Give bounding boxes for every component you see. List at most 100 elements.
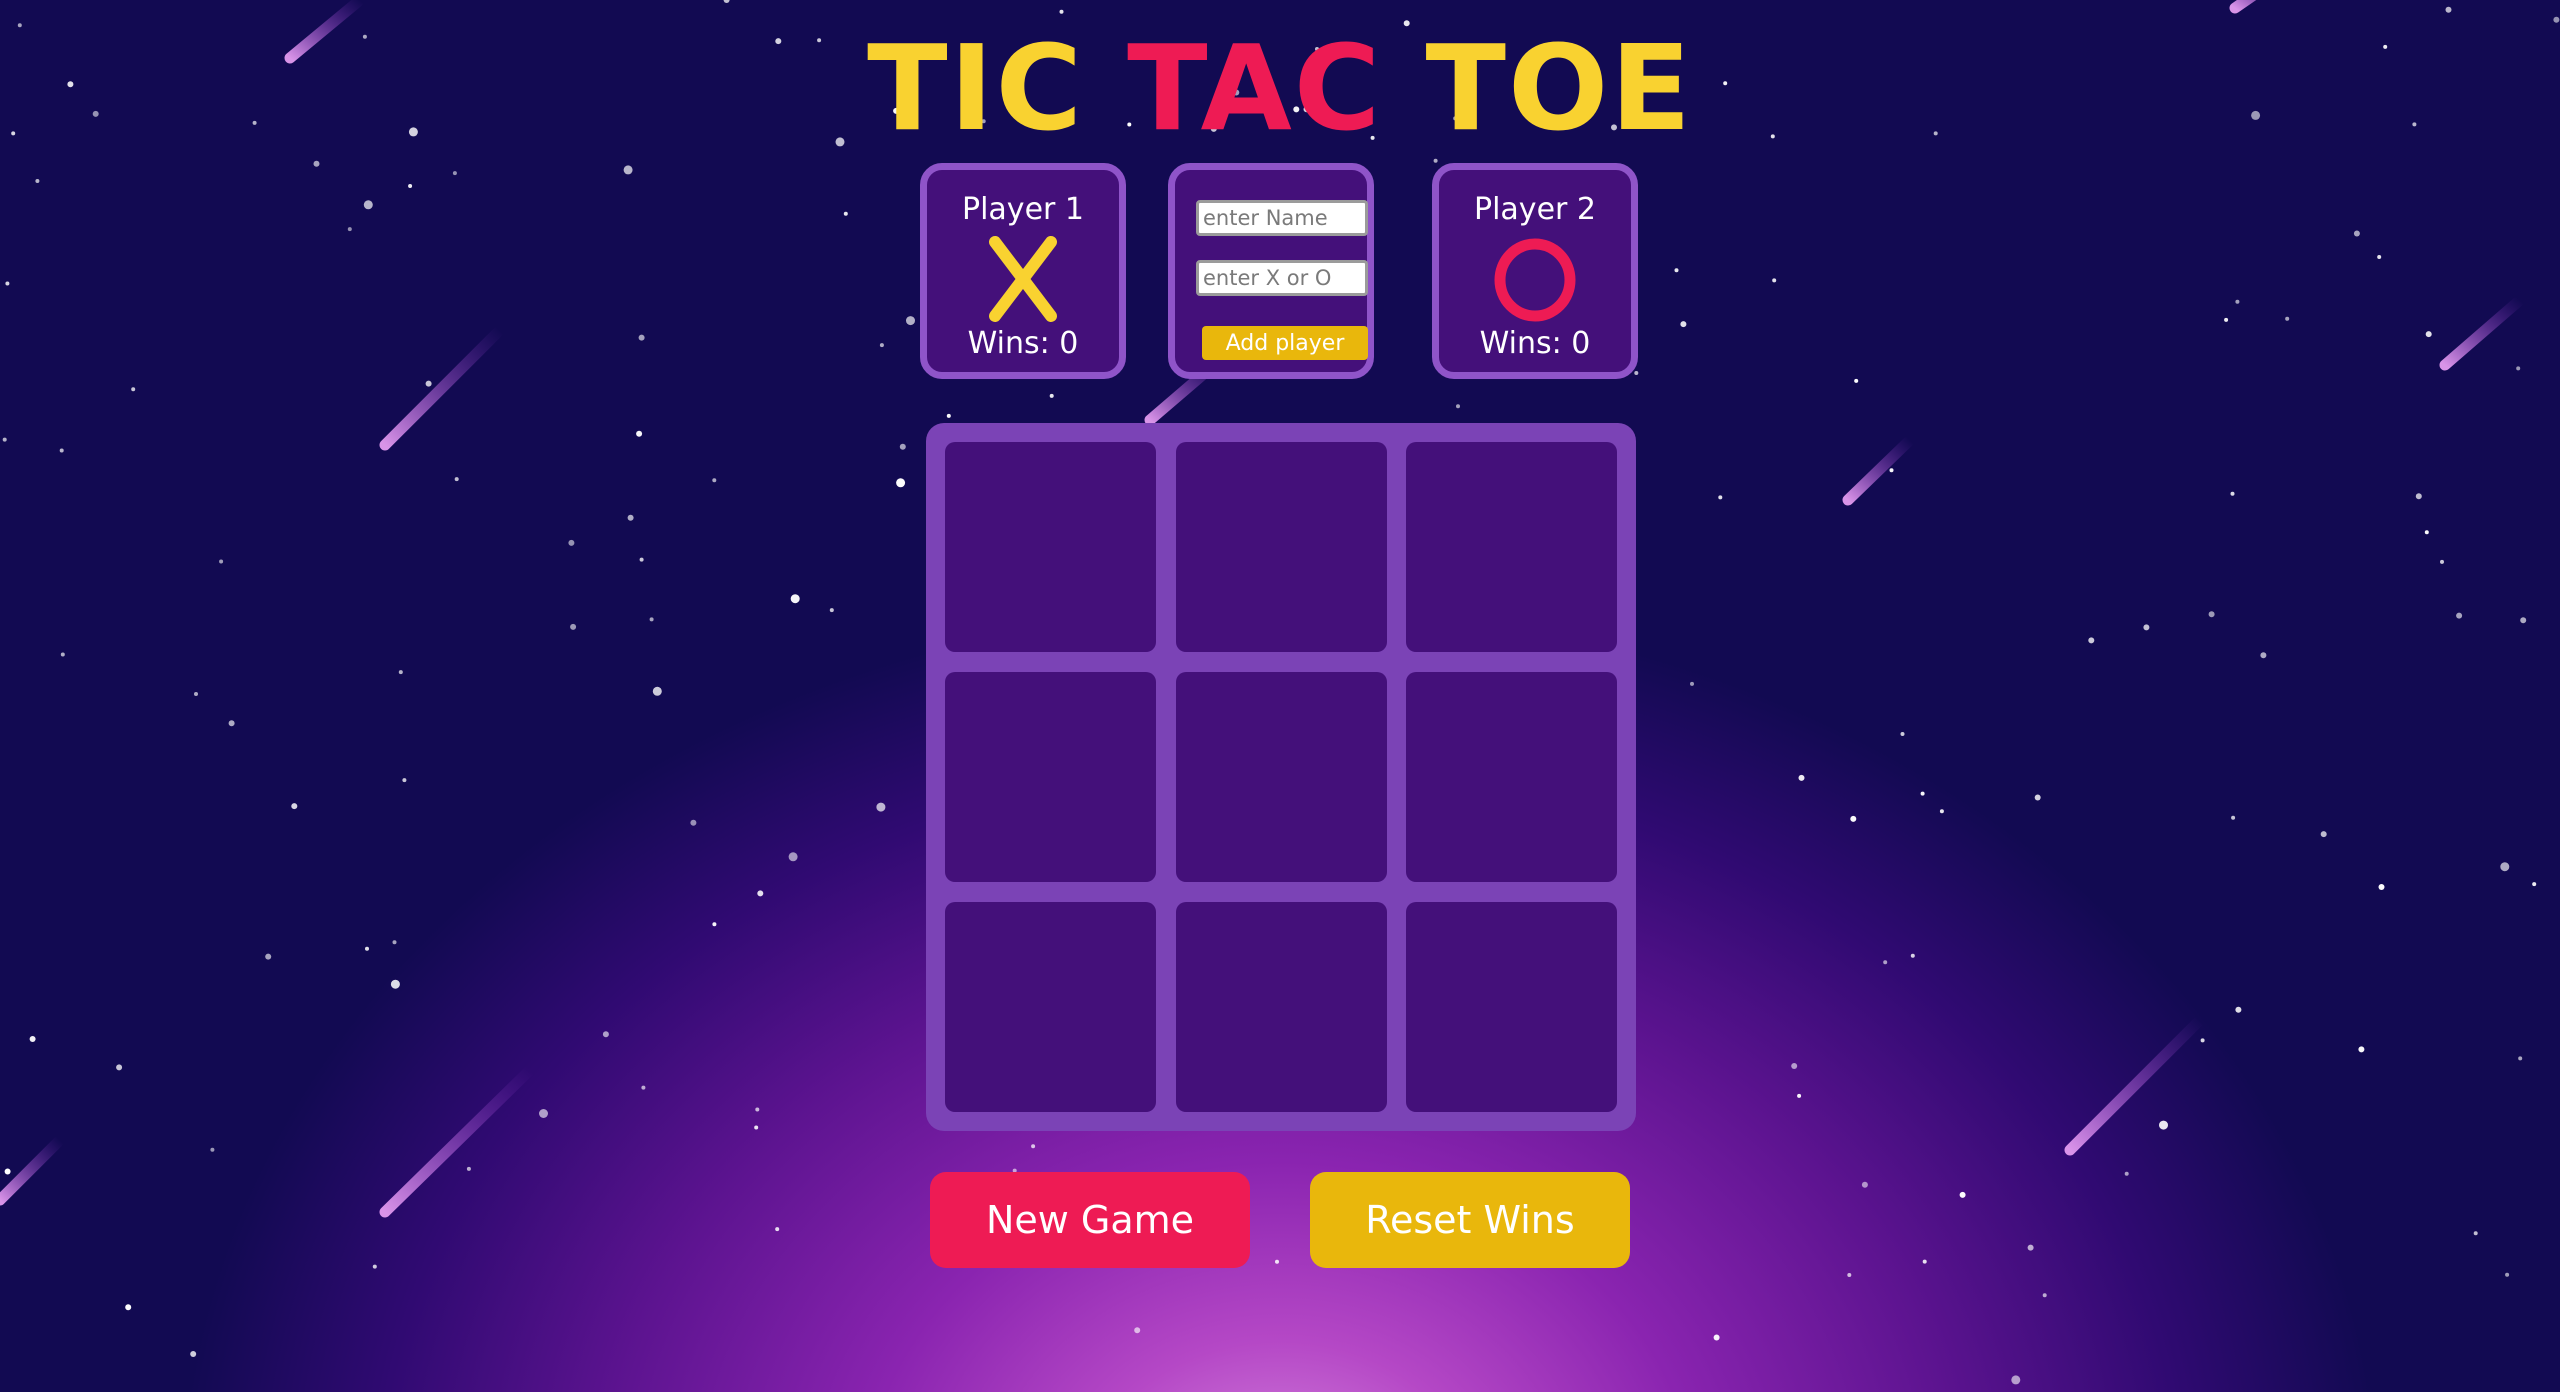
shooting-star: [2064, 1014, 2206, 1156]
new-game-button[interactable]: New Game: [930, 1172, 1250, 1268]
star: [425, 380, 432, 387]
board-cell-9[interactable]: [1406, 902, 1617, 1112]
shooting-star: [379, 1064, 536, 1218]
shooting-star: [379, 324, 506, 451]
star: [392, 940, 397, 945]
player-name-input[interactable]: [1196, 200, 1368, 236]
star: [1922, 1259, 1927, 1264]
star: [2378, 884, 2385, 890]
star: [829, 608, 834, 613]
star: [896, 478, 906, 488]
star: [2424, 530, 2429, 535]
star: [2208, 611, 2215, 618]
star: [754, 1125, 759, 1130]
star: [639, 557, 644, 562]
player1-name: Player 1: [962, 192, 1084, 227]
star: [1634, 371, 1639, 375]
star: [2518, 1056, 2523, 1061]
star: [2358, 1046, 2365, 1053]
game-board: [926, 423, 1636, 1131]
star: [712, 922, 717, 927]
star: [363, 200, 373, 210]
star: [347, 227, 352, 232]
star: [2505, 1272, 2510, 1277]
star: [1850, 815, 1857, 822]
star: [194, 692, 198, 696]
star: [2445, 6, 2452, 13]
star: [2260, 652, 2267, 659]
star: [876, 802, 886, 812]
star: [2425, 331, 2432, 338]
player1-wins: Wins: 0: [967, 326, 1079, 361]
reset-wins-button[interactable]: Reset Wins: [1310, 1172, 1630, 1268]
star: [35, 179, 40, 183]
star: [1433, 158, 1438, 163]
player1-x-mark-icon: [989, 236, 1057, 322]
board-cell-1[interactable]: [945, 442, 1156, 652]
star: [690, 819, 697, 826]
star: [452, 171, 457, 176]
player1-card: Player 1 Wins: 0: [920, 163, 1126, 379]
star: [1939, 809, 1944, 814]
star: [843, 211, 848, 216]
board-cell-4[interactable]: [945, 672, 1156, 882]
star: [2235, 299, 2240, 304]
star: [131, 387, 136, 392]
add-player-button[interactable]: Add player: [1202, 326, 1368, 360]
star: [398, 670, 403, 675]
star: [2, 437, 7, 442]
player2-wins: Wins: 0: [1479, 326, 1591, 361]
player2-card: Player 2 Wins: 0: [1432, 163, 1638, 379]
star: [2377, 255, 2382, 259]
star: [602, 1031, 609, 1038]
board-cell-5[interactable]: [1176, 672, 1387, 882]
star: [1791, 1063, 1798, 1069]
star: [790, 594, 800, 604]
star: [1031, 1144, 1036, 1149]
star: [2124, 1171, 2129, 1176]
star: [59, 448, 64, 453]
star: [454, 477, 459, 482]
star: [228, 720, 235, 727]
star: [2027, 1244, 2034, 1251]
star: [2230, 491, 2235, 496]
star: [775, 1227, 780, 1232]
star: [627, 514, 634, 521]
star: [125, 1304, 132, 1311]
star: [1861, 1181, 1868, 1188]
shooting-star: [1842, 434, 1916, 506]
board-cell-7[interactable]: [945, 902, 1156, 1112]
player2-o-mark-icon: [1494, 238, 1576, 322]
star: [1456, 404, 1460, 409]
star: [1680, 321, 1687, 328]
board-cell-2[interactable]: [1176, 442, 1387, 652]
star: [570, 623, 577, 630]
star: [2088, 637, 2095, 644]
star: [1854, 378, 1859, 383]
star: [2200, 1038, 2205, 1043]
player-symbol-input[interactable]: [1196, 260, 1368, 296]
board-cell-3[interactable]: [1406, 442, 1617, 652]
shooting-star: [0, 1134, 66, 1206]
star: [116, 1064, 123, 1071]
board-cell-6[interactable]: [1406, 672, 1617, 882]
star: [1797, 1093, 1802, 1098]
star: [623, 165, 633, 175]
star: [568, 539, 575, 546]
star: [879, 343, 884, 348]
star: [2011, 1375, 2021, 1385]
star: [1959, 1191, 1966, 1198]
star: [390, 979, 400, 989]
star: [1059, 9, 1064, 14]
star: [210, 1147, 215, 1152]
star: [313, 160, 320, 167]
star: [1798, 774, 1805, 781]
star: [1134, 1327, 1141, 1334]
star: [649, 617, 654, 622]
star: [2034, 794, 2041, 801]
star: [723, 0, 730, 3]
game-title: TIC TAC TOE: [0, 18, 2560, 158]
star: [2042, 1293, 2047, 1298]
board-cell-8[interactable]: [1176, 902, 1387, 1112]
title-word-toe: TOE: [1425, 19, 1693, 157]
